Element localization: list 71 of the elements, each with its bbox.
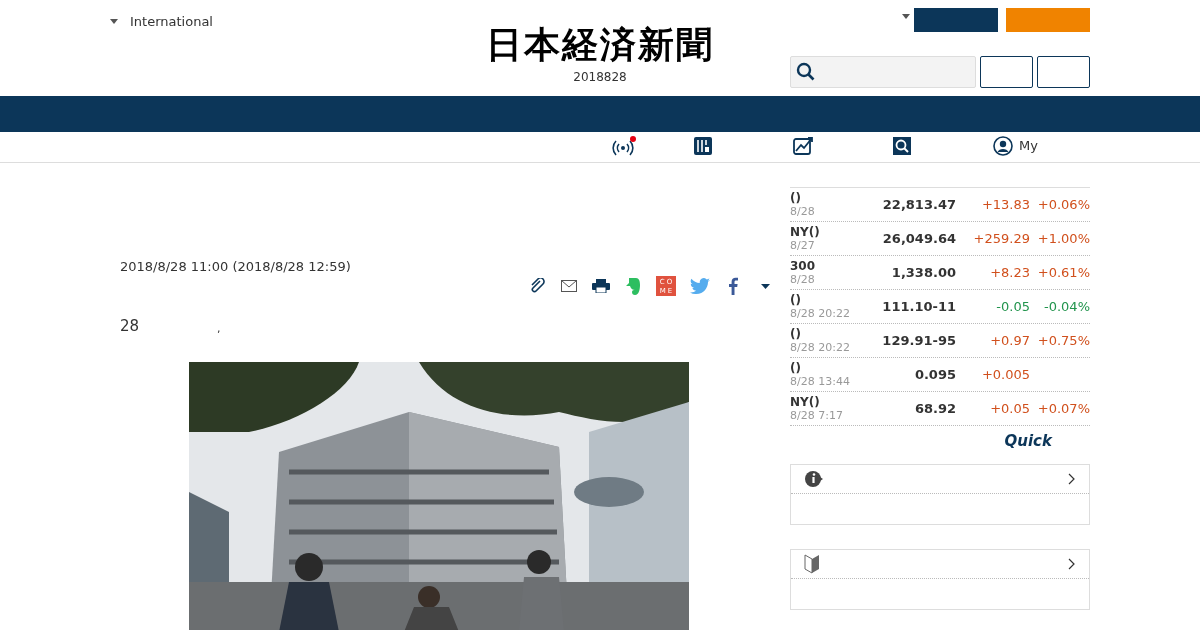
market-name: () <box>790 191 802 205</box>
nav-link[interactable] <box>792 136 814 156</box>
share-button[interactable] <box>528 278 546 294</box>
elephant-icon <box>625 276 641 296</box>
market-value: 1,338.00 <box>890 263 956 282</box>
market-change: +13.83 <box>980 195 1030 214</box>
market-percent: -0.04% <box>1043 297 1090 316</box>
market-name: NY() <box>790 225 821 239</box>
article-text: 28 <box>120 316 140 337</box>
caret-icon <box>760 283 770 289</box>
market-value: 111.10-11 <box>881 297 956 316</box>
market-value: 0.095 <box>913 365 956 384</box>
market-change: +0.97 <box>989 331 1030 350</box>
market-percent: +0.75% <box>1036 331 1090 350</box>
broadcast-icon <box>612 136 636 156</box>
market-change: +0.005 <box>980 365 1030 384</box>
market-value: 129.91-95 <box>881 331 956 350</box>
search-icon <box>796 62 816 82</box>
share-button[interactable] <box>592 279 610 293</box>
beginner-mark-icon <box>804 554 820 574</box>
search-icon <box>892 136 912 156</box>
user-icon <box>993 136 1013 156</box>
mail-icon <box>561 280 577 292</box>
chart-icon <box>792 136 814 156</box>
market-date: 8/28 <box>790 272 816 286</box>
facebook-icon <box>728 277 738 295</box>
market-value: 26,049.64 <box>881 229 956 248</box>
newspaper-logo[interactable]: 日本経済新聞 <box>486 22 714 66</box>
market-percent: +0.06% <box>1036 195 1090 214</box>
bird-icon <box>690 278 710 294</box>
header-button[interactable] <box>980 56 1033 88</box>
market-change: +0.05 <box>989 399 1030 418</box>
nav-link[interactable] <box>693 136 713 156</box>
market-name: () <box>790 327 802 341</box>
market-change: +8.23 <box>989 263 1030 282</box>
market-name: () <box>790 361 802 375</box>
share-button[interactable] <box>560 280 578 292</box>
market-value: 22,813.47 <box>881 195 956 214</box>
market-date: 8/28 20:22 <box>790 306 851 320</box>
printer-icon <box>592 279 610 293</box>
market-percent: +0.61% <box>1036 263 1090 282</box>
market-date: 8/28 7:17 <box>790 408 844 422</box>
market-name: 300 <box>790 259 817 273</box>
market-date: 8/28 13:44 <box>790 374 851 388</box>
article-timestamp: 2018/8/28 11:00 (2018/8/28 12:59) <box>120 258 351 276</box>
market-value: 68.92 <box>913 399 956 418</box>
market-percent: +0.07% <box>1036 399 1090 418</box>
nav-link[interactable]: My <box>993 136 1038 156</box>
market-percent: +1.00% <box>1036 229 1090 248</box>
nav-link[interactable] <box>892 136 912 156</box>
info-icon <box>804 470 824 488</box>
menu-caret-icon <box>902 14 910 19</box>
nav-link[interactable] <box>612 136 636 156</box>
market-date: 8/28 <box>790 204 816 218</box>
market-name: NY() <box>790 395 821 409</box>
edition-selector[interactable]: International <box>110 12 213 32</box>
paperclip-icon <box>529 278 545 294</box>
chevron-right-icon[interactable] <box>1068 558 1075 570</box>
caret-icon <box>110 19 118 25</box>
chevron-right-icon[interactable] <box>1068 473 1075 485</box>
search-field[interactable] <box>790 56 976 88</box>
market-name: () <box>790 293 802 307</box>
newspaper-icon <box>693 136 713 156</box>
date-text: 2018828 <box>573 69 627 86</box>
article-text: , <box>217 321 221 337</box>
market-change: +259.29 <box>972 229 1030 248</box>
header-button[interactable] <box>1037 56 1090 88</box>
quick-logo[interactable]: Quick <box>1004 430 1052 453</box>
market-date: 8/27 <box>790 238 816 252</box>
market-date: 8/28 20:22 <box>790 340 851 354</box>
market-change: -0.05 <box>995 297 1030 316</box>
